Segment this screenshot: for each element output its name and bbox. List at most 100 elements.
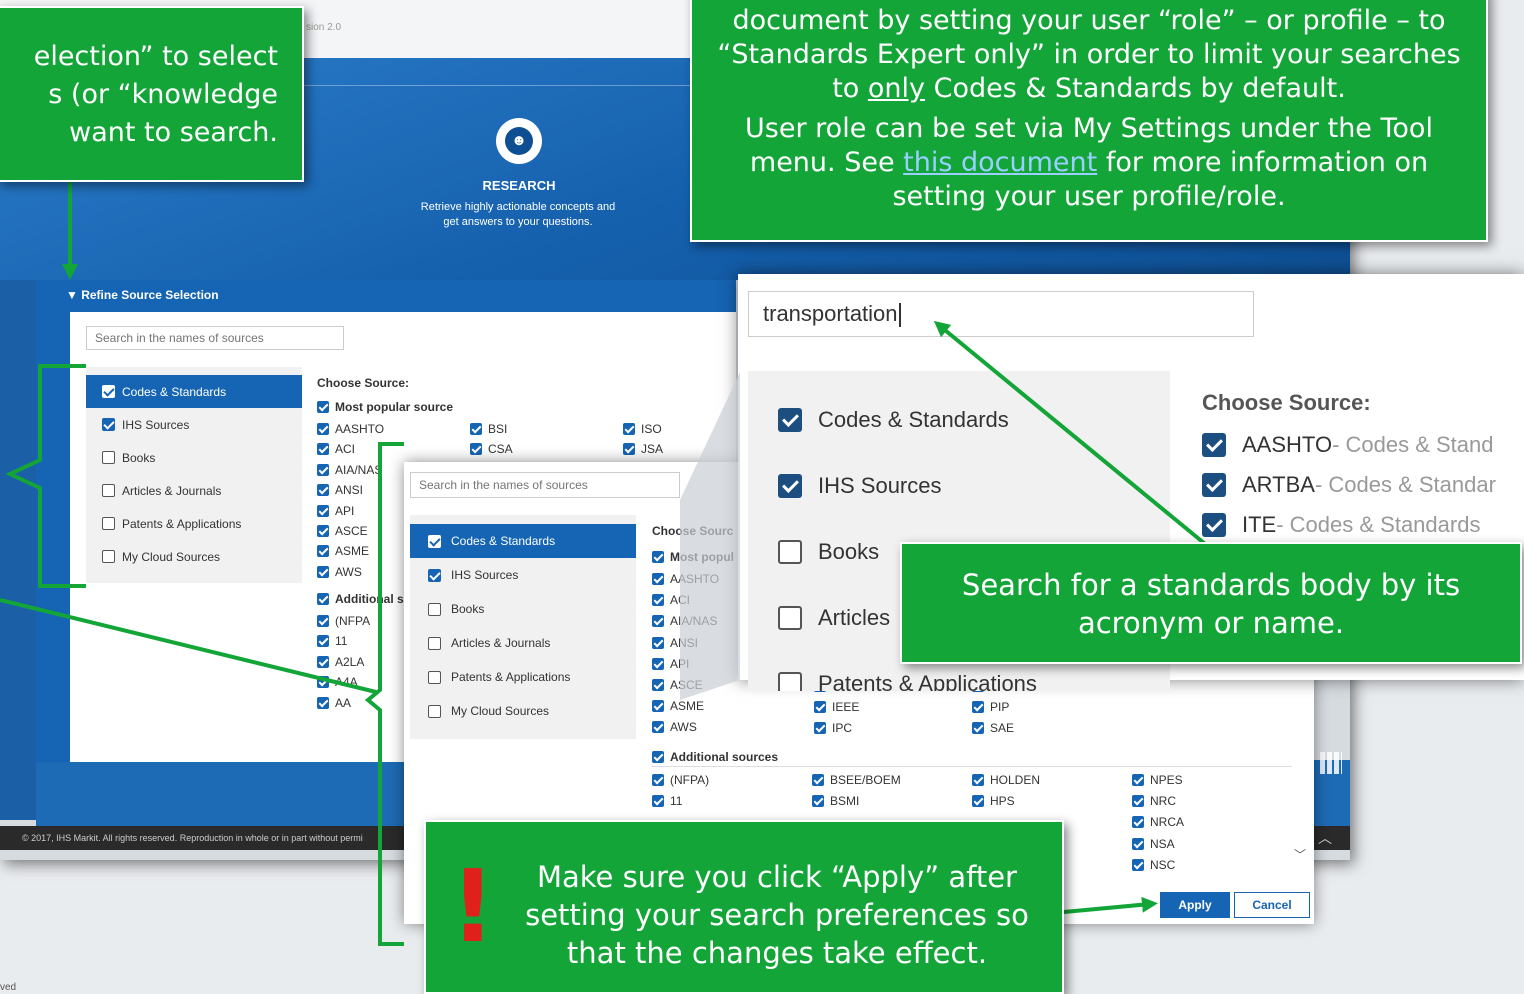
checkbox-checked-icon[interactable] xyxy=(1202,513,1226,537)
category-item[interactable]: My Cloud Sources xyxy=(410,694,636,728)
checkbox-checked-icon[interactable] xyxy=(102,385,115,398)
checkbox-checked-icon[interactable] xyxy=(972,722,984,735)
source-item[interactable]: JSA xyxy=(623,442,663,456)
source-item[interactable]: ASME xyxy=(652,699,704,713)
checkbox-checked-icon[interactable] xyxy=(1132,816,1144,829)
checkbox-checked-icon[interactable] xyxy=(652,700,664,713)
category-item[interactable]: Articles & Journals xyxy=(86,474,302,507)
source-item[interactable]: A4A xyxy=(317,675,358,689)
checkbox-checked-icon[interactable] xyxy=(814,701,826,714)
source-item[interactable]: AIA/NAS xyxy=(317,463,382,477)
section-header[interactable]: Additional sources xyxy=(652,750,778,764)
this-document-link[interactable]: this document xyxy=(903,147,1097,178)
checkbox-checked-icon[interactable] xyxy=(972,701,984,714)
source-item[interactable]: ISO xyxy=(623,422,662,436)
checkbox-unchecked-icon[interactable] xyxy=(778,606,802,630)
checkbox-checked-icon[interactable] xyxy=(317,696,329,709)
refine-source-header[interactable]: ▼ Refine Source Selection xyxy=(66,288,219,302)
zoomed-search-input[interactable]: transportation xyxy=(748,291,1254,337)
checkbox-checked-icon[interactable] xyxy=(652,795,664,808)
checkbox-checked-icon[interactable] xyxy=(1132,774,1144,786)
source-item[interactable]: NRCA xyxy=(1132,815,1184,829)
source-item[interactable]: BSI xyxy=(470,422,507,436)
category-item[interactable]: Codes & Standards xyxy=(86,375,302,408)
category-item[interactable]: IHS Sources xyxy=(86,408,302,441)
source-search-input[interactable] xyxy=(86,326,344,350)
checkbox-checked-icon[interactable] xyxy=(317,525,329,537)
checkbox-unchecked-icon[interactable] xyxy=(778,672,802,691)
checkbox-checked-icon[interactable] xyxy=(317,565,329,578)
checkbox-checked-icon[interactable] xyxy=(652,721,664,734)
section-header[interactable]: Additional s xyxy=(317,592,404,606)
source-item[interactable]: ANSI xyxy=(652,636,698,650)
source-item[interactable]: NSA xyxy=(1132,837,1175,851)
category-item[interactable]: IHS Sources xyxy=(748,453,1170,519)
checkbox-checked-icon[interactable] xyxy=(778,474,802,498)
checkbox-checked-icon[interactable] xyxy=(652,774,664,786)
source-item[interactable]: IEEE xyxy=(814,700,859,714)
checkbox-checked-icon[interactable] xyxy=(317,635,329,648)
checkbox-checked-icon[interactable] xyxy=(652,751,664,763)
source-item[interactable]: ANSI xyxy=(317,483,363,497)
checkbox-checked-icon[interactable] xyxy=(317,615,329,627)
source-item[interactable]: BSMI xyxy=(812,794,859,808)
source-item[interactable]: (NFPA) xyxy=(652,773,709,787)
checkbox-checked-icon[interactable] xyxy=(652,615,664,628)
category-item[interactable]: Patents & Applications xyxy=(86,507,302,540)
source-item[interactable]: ACI xyxy=(652,593,690,607)
category-item[interactable]: Books xyxy=(410,592,636,626)
source-item[interactable]: AASHTO xyxy=(652,572,719,586)
checkbox-unchecked-icon[interactable] xyxy=(102,517,115,530)
apply-button[interactable]: Apply xyxy=(1160,892,1230,918)
source-item[interactable]: NPES xyxy=(1132,773,1183,787)
section-header[interactable]: Most popul xyxy=(652,550,734,564)
checkbox-checked-icon[interactable] xyxy=(652,573,664,585)
checkbox-checked-icon[interactable] xyxy=(428,568,441,582)
source-item[interactable]: ASCE xyxy=(652,678,703,692)
checkbox-unchecked-icon[interactable] xyxy=(778,540,802,564)
source-item[interactable]: HPS xyxy=(972,794,1015,808)
source-item[interactable]: (NFPA xyxy=(317,614,370,628)
checkbox-checked-icon[interactable] xyxy=(652,551,664,563)
checkbox-checked-icon[interactable] xyxy=(1132,858,1144,871)
source-item[interactable]: ACI xyxy=(317,442,355,456)
chevron-up-icon[interactable]: ︿ xyxy=(1318,826,1332,850)
checkbox-checked-icon[interactable] xyxy=(317,593,329,605)
checkbox-checked-icon[interactable] xyxy=(812,795,824,808)
source-item[interactable]: NSC xyxy=(1132,858,1175,872)
checkbox-checked-icon[interactable] xyxy=(652,657,664,670)
checkbox-checked-icon[interactable] xyxy=(317,443,329,456)
source-item[interactable]: A2LA xyxy=(317,655,364,669)
checkbox-checked-icon[interactable] xyxy=(317,423,329,435)
checkbox-checked-icon[interactable] xyxy=(470,423,482,435)
category-item[interactable]: IHS Sources xyxy=(410,558,636,592)
section-header[interactable]: Most popular source xyxy=(317,400,453,414)
checkbox-checked-icon[interactable] xyxy=(1202,473,1226,497)
source-item[interactable]: AA xyxy=(317,696,351,710)
checkbox-unchecked-icon[interactable] xyxy=(102,451,115,464)
source-item[interactable]: AIA/NAS xyxy=(652,614,717,628)
checkbox-checked-icon[interactable] xyxy=(972,795,984,808)
source-item[interactable]: NRC xyxy=(1132,794,1176,808)
category-item[interactable]: My Cloud Sources xyxy=(86,540,302,573)
checkbox-checked-icon[interactable] xyxy=(470,443,482,456)
source-item[interactable]: API xyxy=(317,504,354,518)
category-item[interactable]: Codes & Standards xyxy=(410,524,636,558)
checkbox-checked-icon[interactable] xyxy=(812,774,824,786)
source-item[interactable]: 11 xyxy=(652,794,682,808)
dialog-search-input[interactable] xyxy=(410,472,680,498)
research-title[interactable]: RESEARCH xyxy=(419,178,619,193)
source-item[interactable]: ASME xyxy=(317,544,369,558)
zoomed-result-item[interactable]: AASHTO - Codes & Stand xyxy=(1202,432,1494,458)
checkbox-checked-icon[interactable] xyxy=(1132,837,1144,850)
source-item[interactable]: CSA xyxy=(470,442,513,456)
category-item[interactable]: Codes & Standards xyxy=(748,387,1170,453)
source-item[interactable]: SAE xyxy=(972,721,1014,735)
checkbox-checked-icon[interactable] xyxy=(652,594,664,607)
checkbox-checked-icon[interactable] xyxy=(317,463,329,476)
category-item[interactable]: Articles & Journals xyxy=(410,626,636,660)
zoomed-result-item[interactable]: ITE - Codes & Standards xyxy=(1202,512,1480,538)
checkbox-checked-icon[interactable] xyxy=(317,484,329,497)
checkbox-checked-icon[interactable] xyxy=(778,408,802,432)
checkbox-checked-icon[interactable] xyxy=(623,443,635,456)
